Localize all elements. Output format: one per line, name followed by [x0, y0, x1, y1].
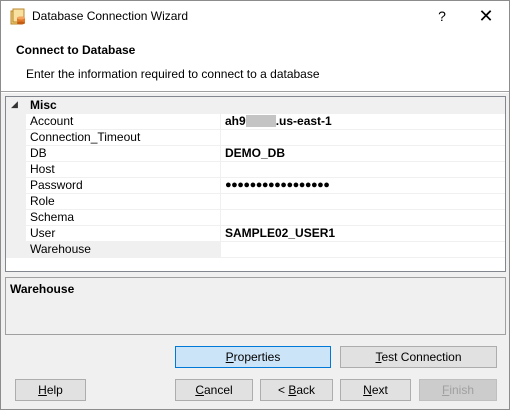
row-gutter: [6, 194, 26, 210]
back-button[interactable]: < Back: [260, 379, 333, 401]
finish-button[interactable]: Finish: [419, 379, 497, 401]
next-button[interactable]: Next: [340, 379, 411, 401]
help-button[interactable]: Help: [15, 379, 86, 401]
btn-accel-key: H: [38, 383, 47, 397]
account-prefix: ah9: [225, 114, 246, 128]
property-value-host[interactable]: [221, 162, 505, 178]
test-connection-button[interactable]: Test Connection: [340, 346, 497, 368]
property-value-db[interactable]: DEMO_DB: [221, 146, 505, 162]
page-title: Connect to Database: [16, 43, 136, 57]
btn-accel-key: P: [225, 350, 234, 364]
category-label: Misc: [30, 98, 57, 112]
account-suffix: .us-east-1: [275, 114, 332, 128]
row-gutter: [6, 114, 26, 130]
database-wizard-icon: [10, 8, 25, 25]
page-subtitle: Enter the information required to connec…: [26, 67, 320, 81]
row-gutter: [6, 130, 26, 146]
btn-text-post: ack: [296, 383, 316, 397]
row-gutter: [6, 242, 26, 258]
property-name: Password: [26, 178, 221, 194]
wizard-window: Database Connection Wizard ? ✕ Connect t…: [0, 0, 510, 410]
property-row-connection-timeout[interactable]: Connection_Timeout: [6, 130, 505, 146]
redaction-block: [245, 115, 276, 127]
property-name: Schema: [26, 210, 221, 226]
property-name: Account: [26, 114, 221, 130]
btn-text-pre: <: [277, 383, 289, 397]
btn-text-post: ext: [371, 383, 388, 397]
property-row-account[interactable]: Account ah9 .us-east-1: [6, 114, 505, 130]
collapse-icon[interactable]: ◢: [11, 99, 18, 110]
property-grid[interactable]: ◢ Misc Account ah9 .us-east-1 Connection_…: [5, 96, 506, 272]
header-divider-highlight: [1, 92, 509, 93]
btn-text-post: inish: [449, 383, 475, 397]
window-title: Database Connection Wizard: [32, 9, 189, 23]
property-value-warehouse[interactable]: [221, 242, 505, 258]
property-value-user[interactable]: SAMPLE02_USER1: [221, 226, 505, 242]
category-row-misc[interactable]: ◢ Misc: [6, 97, 505, 114]
property-row-db[interactable]: DB DEMO_DB: [6, 146, 505, 162]
property-name: Connection_Timeout: [26, 130, 221, 146]
property-row-user[interactable]: User SAMPLE02_USER1: [6, 226, 505, 242]
btn-accel-key: C: [195, 383, 204, 397]
btn-text-post: ancel: [203, 383, 233, 397]
description-title: Warehouse: [10, 282, 75, 296]
property-value-role[interactable]: [221, 194, 505, 210]
property-name: DB: [26, 146, 221, 162]
title-bar: Database Connection Wizard ? ✕: [1, 1, 509, 32]
btn-text-post: elp: [46, 383, 63, 397]
property-name: Warehouse: [26, 242, 221, 258]
row-gutter: [6, 162, 26, 178]
property-name: Host: [26, 162, 221, 178]
property-value-connection-timeout[interactable]: [221, 130, 505, 146]
row-gutter: [6, 146, 26, 162]
property-row-host[interactable]: Host: [6, 162, 505, 178]
property-value-schema[interactable]: [221, 210, 505, 226]
close-icon[interactable]: ✕: [471, 1, 501, 32]
row-gutter: [6, 226, 26, 242]
property-value-account[interactable]: ah9 .us-east-1: [221, 114, 505, 130]
row-gutter: [6, 210, 26, 226]
help-icon[interactable]: ?: [427, 1, 457, 32]
properties-button[interactable]: Properties: [175, 346, 331, 368]
btn-accel-key: N: [363, 383, 372, 397]
property-name: User: [26, 226, 221, 242]
wizard-header: Connect to Database Enter the informatio…: [1, 32, 509, 91]
property-row-role[interactable]: Role: [6, 194, 505, 210]
description-panel: Warehouse: [5, 277, 506, 335]
row-gutter: [6, 178, 26, 194]
property-row-password[interactable]: Password ●●●●●●●●●●●●●●●●●: [6, 178, 505, 194]
property-row-warehouse[interactable]: Warehouse: [6, 242, 505, 258]
btn-text-post: roperties: [233, 350, 281, 364]
cancel-button[interactable]: Cancel: [175, 379, 253, 401]
property-value-password[interactable]: ●●●●●●●●●●●●●●●●●: [221, 178, 505, 194]
btn-text-post: est Connection: [381, 350, 462, 364]
property-name: Role: [26, 194, 221, 210]
property-row-schema[interactable]: Schema: [6, 210, 505, 226]
